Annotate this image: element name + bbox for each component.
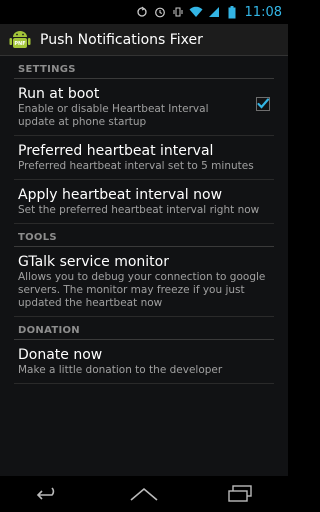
pref-summary: Preferred heartbeat interval set to 5 mi… xyxy=(18,160,254,172)
pref-apply-heartbeat-now[interactable]: Apply heartbeat interval now Set the pre… xyxy=(14,180,274,224)
app-title: Push Notifications Fixer xyxy=(40,31,203,48)
pref-title: Donate now xyxy=(18,347,103,363)
status-time: 11:08 xyxy=(244,4,282,20)
section-header-settings: SETTINGS xyxy=(14,56,274,79)
run-at-boot-checkbox[interactable] xyxy=(256,96,270,111)
vibrate-icon xyxy=(171,5,185,19)
section-header-tools: TOOLS xyxy=(14,224,274,247)
signal-icon xyxy=(207,5,221,19)
pref-run-at-boot[interactable]: Run at boot Enable or disable Heartbeat … xyxy=(14,79,274,136)
status-bar: 11:08 xyxy=(0,0,288,24)
recent-apps-icon[interactable] xyxy=(220,482,260,506)
preferences-list: SETTINGS Run at boot Enable or disable H… xyxy=(0,56,288,476)
home-icon[interactable] xyxy=(124,482,164,506)
action-bar: PNF Push Notifications Fixer xyxy=(0,24,288,56)
alarm-icon xyxy=(153,5,167,19)
back-icon[interactable] xyxy=(28,482,68,506)
pref-summary: Make a little donation to the developer xyxy=(18,364,223,376)
pref-title: Preferred heartbeat interval xyxy=(18,143,214,159)
wifi-icon xyxy=(189,5,203,19)
pref-title: Apply heartbeat interval now xyxy=(18,187,223,203)
pref-summary: Enable or disable Heartbeat Interval upd… xyxy=(18,103,209,128)
battery-icon xyxy=(225,5,239,19)
android-app-icon[interactable]: PNF xyxy=(8,28,32,52)
pref-title: GTalk service monitor xyxy=(18,254,169,270)
pref-summary: Allows you to debug your connection to g… xyxy=(18,271,266,309)
section-header-donation: DONATION xyxy=(14,317,274,340)
app-icon-label: PNF xyxy=(14,41,25,47)
pref-title: Run at boot xyxy=(18,86,100,102)
pref-summary: Set the preferred heartbeat interval rig… xyxy=(18,204,260,216)
pref-preferred-heartbeat-interval[interactable]: Preferred heartbeat interval Preferred h… xyxy=(14,136,274,180)
navigation-bar xyxy=(0,476,288,512)
pref-gtalk-service-monitor[interactable]: GTalk service monitor Allows you to debu… xyxy=(14,247,274,317)
sync-icon xyxy=(135,5,149,19)
pref-donate-now[interactable]: Donate now Make a little donation to the… xyxy=(14,340,274,384)
